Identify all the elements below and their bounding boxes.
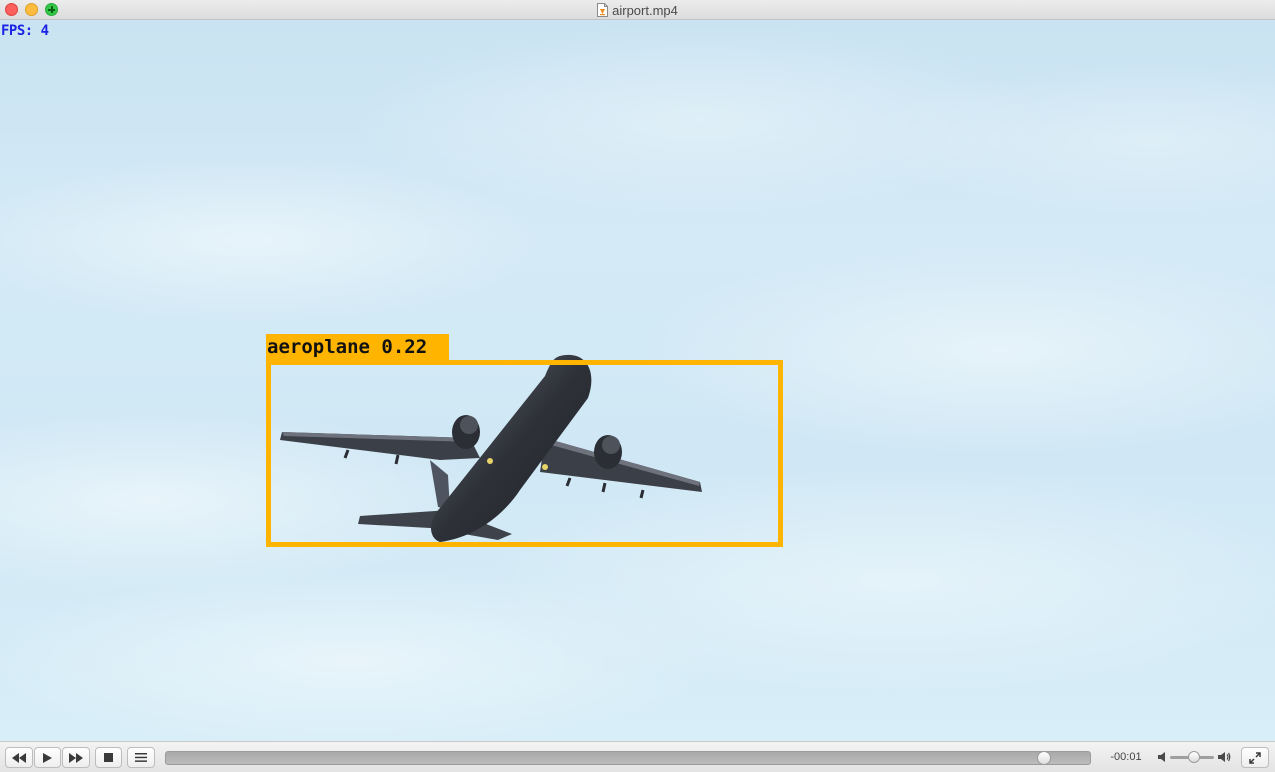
stop-icon [104, 753, 113, 762]
volume-max-icon[interactable] [1218, 752, 1231, 762]
playback-control-bar: -00:01 [0, 741, 1275, 772]
volume-slider[interactable] [1170, 751, 1214, 763]
rewind-button[interactable] [5, 747, 33, 768]
window-title-group: airport.mp4 [0, 2, 1275, 18]
window-title: airport.mp4 [612, 2, 678, 18]
fullscreen-icon [1249, 751, 1261, 764]
fast-forward-icon [69, 752, 83, 763]
detection-bounding-box [266, 360, 783, 547]
volume-mute-icon[interactable] [1158, 752, 1167, 762]
fast-forward-button[interactable] [62, 747, 90, 768]
detection-label: aeroplane 0.22 [266, 334, 449, 360]
rewind-icon [12, 752, 26, 763]
video-file-icon [597, 3, 609, 17]
play-button[interactable] [34, 747, 61, 768]
time-remaining[interactable]: -00:01 [1100, 751, 1152, 763]
play-icon [43, 752, 52, 763]
playlist-button[interactable] [127, 747, 155, 768]
stop-button[interactable] [95, 747, 122, 768]
fullscreen-button[interactable] [1241, 747, 1269, 768]
playlist-icon [135, 753, 147, 762]
video-frame[interactable]: FPS: 4 aeroplane 0.22 [0, 20, 1275, 741]
volume-handle[interactable] [1188, 751, 1201, 763]
seek-bar[interactable] [165, 751, 1091, 765]
window-titlebar[interactable]: airport.mp4 [0, 0, 1275, 20]
seek-handle[interactable] [1036, 751, 1051, 765]
